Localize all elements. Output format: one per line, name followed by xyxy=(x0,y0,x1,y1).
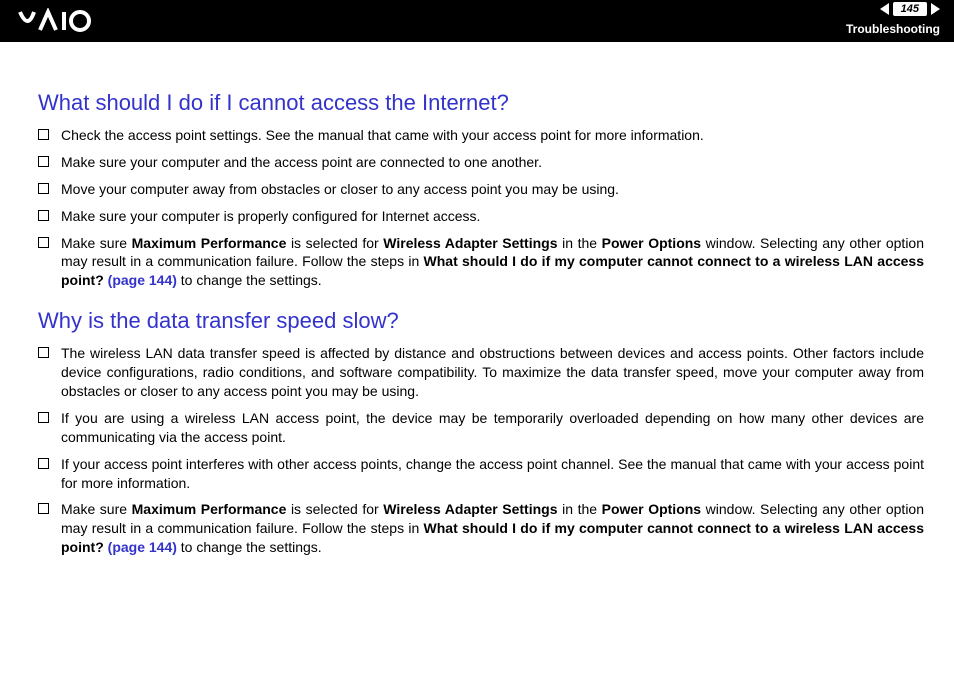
bullet-icon xyxy=(38,503,49,514)
bullet-icon xyxy=(38,129,49,140)
content-area: What should I do if I cannot access the … xyxy=(0,42,954,585)
list-item: If your access point interferes with oth… xyxy=(38,455,924,493)
list-text: The wireless LAN data transfer speed is … xyxy=(61,344,924,401)
list-text: Make sure your computer is properly conf… xyxy=(61,207,924,226)
heading-internet-access: What should I do if I cannot access the … xyxy=(38,90,924,116)
list-text: Make sure Maximum Performance is selecte… xyxy=(61,234,924,291)
bullet-icon xyxy=(38,210,49,221)
list-text: If you are using a wireless LAN access p… xyxy=(61,409,924,447)
header-bar: 145 Troubleshooting xyxy=(0,0,954,42)
list-item: If you are using a wireless LAN access p… xyxy=(38,409,924,447)
bullet-icon xyxy=(38,183,49,194)
page-144-link[interactable]: (page 144) xyxy=(108,272,177,288)
bullet-icon xyxy=(38,347,49,358)
prev-page-arrow-icon[interactable] xyxy=(880,3,889,15)
list-text: Check the access point settings. See the… xyxy=(61,126,924,145)
vaio-logo xyxy=(18,8,108,39)
bullet-icon xyxy=(38,458,49,469)
page-number: 145 xyxy=(893,2,927,16)
list-text: Make sure Maximum Performance is selecte… xyxy=(61,500,924,557)
list-item: Make sure Maximum Performance is selecte… xyxy=(38,500,924,557)
list-item: Check the access point settings. See the… xyxy=(38,126,924,145)
bullet-icon xyxy=(38,156,49,167)
list-item: Make sure your computer is properly conf… xyxy=(38,207,924,226)
page-navigation: 145 xyxy=(880,2,940,16)
list-item: Make sure Maximum Performance is selecte… xyxy=(38,234,924,291)
list-text: Move your computer away from obstacles o… xyxy=(61,180,924,199)
next-page-arrow-icon[interactable] xyxy=(931,3,940,15)
bullet-icon xyxy=(38,237,49,248)
list-internet-access: Check the access point settings. See the… xyxy=(38,126,924,290)
bullet-icon xyxy=(38,412,49,423)
list-text: If your access point interferes with oth… xyxy=(61,455,924,493)
list-item: Move your computer away from obstacles o… xyxy=(38,180,924,199)
section-title: Troubleshooting xyxy=(846,22,940,36)
heading-transfer-speed: Why is the data transfer speed slow? xyxy=(38,308,924,334)
list-item: Make sure your computer and the access p… xyxy=(38,153,924,172)
list-item: The wireless LAN data transfer speed is … xyxy=(38,344,924,401)
list-transfer-speed: The wireless LAN data transfer speed is … xyxy=(38,344,924,557)
page-144-link[interactable]: (page 144) xyxy=(108,539,177,555)
list-text: Make sure your computer and the access p… xyxy=(61,153,924,172)
